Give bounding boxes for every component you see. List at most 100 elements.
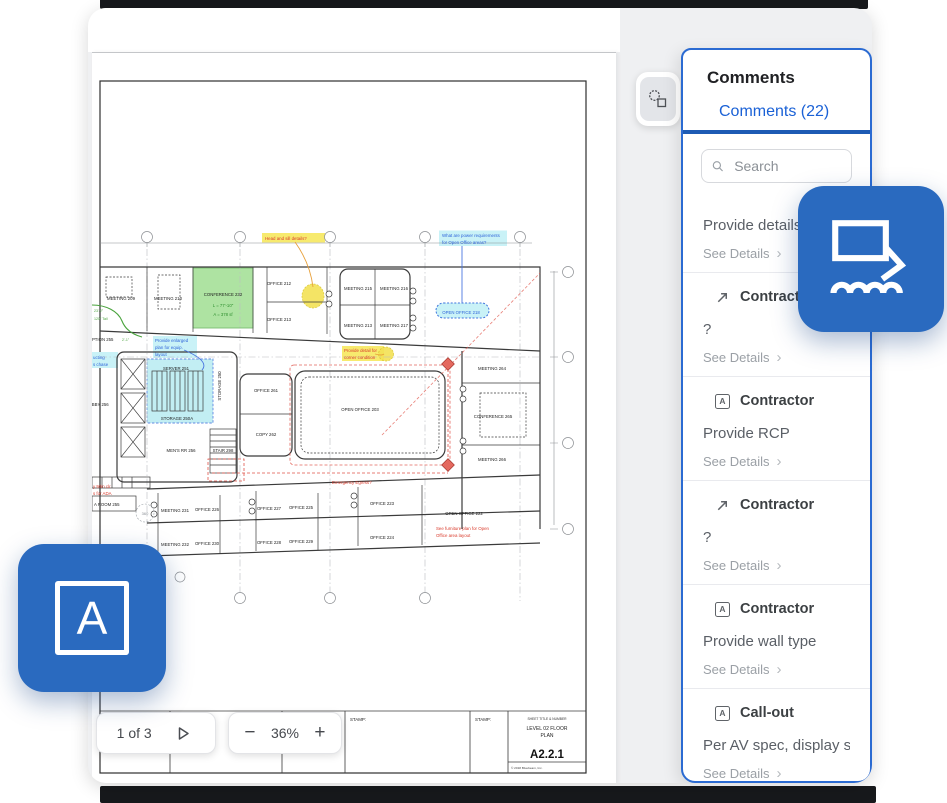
- text-tool-badge: A: [18, 544, 166, 692]
- svg-text:STORAGE 250A: STORAGE 250A: [161, 416, 193, 421]
- textbox-markup-icon: A: [715, 394, 730, 409]
- svg-text:Office area layout: Office area layout: [436, 533, 471, 538]
- svg-text:CONFERENCE 265: CONFERENCE 265: [474, 414, 513, 419]
- tab-comments[interactable]: Comments (22): [719, 103, 829, 120]
- svg-text:OFFICE 261: OFFICE 261: [254, 388, 279, 393]
- svg-text:2'-1": 2'-1": [122, 338, 130, 342]
- svg-text:s chase: s chase: [93, 362, 109, 367]
- see-details-link[interactable]: See Details›: [703, 349, 850, 366]
- svg-text:STAMP:: STAMP:: [350, 717, 366, 722]
- svg-text:© 2018 Bluebeam, Inc.: © 2018 Bluebeam, Inc.: [511, 766, 543, 770]
- chevron-right-icon: ›: [776, 247, 781, 260]
- chevron-right-icon: ›: [776, 455, 781, 468]
- callout-tool-badge: [798, 186, 944, 332]
- comment-item[interactable]: A Contractor Provide wall type See Detai…: [683, 585, 870, 689]
- zoom-in-button[interactable]: +: [308, 721, 332, 745]
- chevron-right-icon: ›: [776, 767, 781, 780]
- next-page-button[interactable]: [171, 721, 195, 745]
- svg-text:corner condition: corner condition: [344, 355, 376, 360]
- floor-plan-page[interactable]: MEETING 209MEETING 210CONFERENCE 232L = …: [92, 52, 616, 783]
- svg-text:OFFICE 229: OFFICE 229: [289, 539, 314, 544]
- svg-text:Emergency Egress?: Emergency Egress?: [332, 480, 372, 485]
- svg-text:OFFICE 212: OFFICE 212: [267, 281, 292, 286]
- svg-text:MEETING 209: MEETING 209: [107, 296, 136, 301]
- svg-text:COPY 262: COPY 262: [256, 432, 277, 437]
- comment-text: ?: [703, 527, 850, 549]
- comments-search[interactable]: [701, 149, 852, 183]
- floor-plan-drawing: MEETING 209MEETING 210CONFERENCE 232L = …: [92, 53, 616, 780]
- svg-text:OFFICE 226: OFFICE 226: [195, 507, 220, 512]
- svg-text:OFFICE 230: OFFICE 230: [195, 541, 220, 546]
- svg-text:SHEET TITLE & NUMBER: SHEET TITLE & NUMBER: [527, 717, 567, 721]
- marketing-screenshot-canvas: { "viewer": { "toolbar": { "page_indicat…: [0, 0, 947, 803]
- textbox-markup-icon: A: [715, 602, 730, 617]
- see-details-link[interactable]: See Details›: [703, 453, 850, 470]
- panel-title: Comments: [707, 68, 870, 88]
- svg-text:OPEN OFFICE 218: OPEN OFFICE 218: [442, 310, 480, 315]
- comment-author: Contractor: [740, 601, 814, 617]
- svg-text:y 90in clr.: y 90in clr.: [93, 484, 112, 489]
- comment-author: Call-out: [740, 705, 794, 721]
- svg-text:layout: layout: [155, 352, 167, 357]
- comment-item[interactable]: Contractor ? See Details›: [683, 481, 870, 585]
- search-icon: [712, 159, 724, 174]
- svg-text:L = 77'-10": L = 77'-10": [213, 303, 234, 308]
- svg-text:OPEN OFFICE 203: OPEN OFFICE 203: [341, 407, 379, 412]
- comment-author: Contractor: [740, 393, 814, 409]
- zoom-level: 36%: [271, 725, 299, 741]
- svg-text:STORAGE 250: STORAGE 250: [217, 371, 222, 401]
- svg-text:A ROOM 255: A ROOM 255: [94, 502, 120, 507]
- svg-text:OPEN OFFICE 222: OPEN OFFICE 222: [445, 511, 483, 516]
- chevron-right-icon: ›: [776, 559, 781, 572]
- svg-text:STAIR 298: STAIR 298: [213, 448, 234, 453]
- floating-tool-card: [636, 72, 680, 126]
- comment-item[interactable]: A Contractor Provide RCP See Details›: [683, 377, 870, 481]
- see-details-link[interactable]: See Details›: [703, 661, 850, 678]
- svg-text:OFFICE 228: OFFICE 228: [257, 540, 282, 545]
- svg-text:360: 360: [142, 511, 149, 516]
- svg-text:s for ADA: s for ADA: [93, 491, 112, 496]
- svg-text:MEETING 264: MEETING 264: [478, 366, 507, 371]
- svg-text:OFFICE 227: OFFICE 227: [257, 506, 282, 511]
- svg-text:See furniture plan for Open: See furniture plan for Open: [436, 526, 490, 531]
- comment-author: Contractor: [740, 497, 814, 513]
- svg-text:ucting: ucting: [93, 355, 105, 360]
- svg-text:OFFICE 224: OFFICE 224: [370, 535, 395, 540]
- see-details-link[interactable]: See Details›: [703, 765, 850, 782]
- comment-item[interactable]: A Call-out Per AV spec, display size i S…: [683, 689, 870, 783]
- chevron-right-icon: ›: [776, 663, 781, 676]
- svg-text:A = 378 sf: A = 378 sf: [213, 312, 233, 317]
- sheet-border: [100, 81, 586, 773]
- see-details-link[interactable]: See Details›: [703, 557, 850, 574]
- comment-text: Provide RCP: [703, 423, 850, 445]
- zoom-toolbar: − 36% +: [228, 712, 342, 754]
- svg-text:plan for equip.: plan for equip.: [155, 345, 183, 350]
- page-navigation-toolbar: 1 of 3: [96, 712, 216, 754]
- chevron-right-icon: ›: [776, 351, 781, 364]
- svg-text:LOBBY 256: LOBBY 256: [92, 402, 109, 407]
- svg-text:MEETING 213: MEETING 213: [344, 323, 373, 328]
- svg-text:MEETING 217: MEETING 217: [380, 323, 409, 328]
- page-indicator: 1 of 3: [117, 725, 152, 741]
- search-input[interactable]: [732, 157, 841, 175]
- svg-text:MEETING 216: MEETING 216: [380, 286, 409, 291]
- text-tool-icon: A: [55, 581, 129, 655]
- svg-text:Head and sill details?: Head and sill details?: [265, 236, 307, 241]
- svg-text:What are power requirements: What are power requirements: [442, 233, 501, 238]
- svg-text:MEETING 231: MEETING 231: [161, 508, 190, 513]
- svg-text:OFFICE 213: OFFICE 213: [267, 317, 292, 322]
- textbox-markup-icon: A: [715, 706, 730, 721]
- zoom-out-button[interactable]: −: [238, 721, 262, 745]
- svg-text:MEETING 215: MEETING 215: [344, 286, 373, 291]
- svg-text:MEETING 232: MEETING 232: [161, 542, 190, 547]
- svg-text:MEETING 266: MEETING 266: [478, 457, 507, 462]
- svg-text:OFFICE 225: OFFICE 225: [289, 505, 314, 510]
- comment-text: Provide wall type: [703, 631, 850, 653]
- callout-cloud-icon: [823, 211, 919, 307]
- svg-text:PLAN: PLAN: [540, 733, 553, 739]
- backdrop-band-bottom: [100, 786, 876, 803]
- arrow-markup-icon: [715, 290, 730, 305]
- shapes-tool-button[interactable]: [640, 77, 676, 121]
- shapes-icon: [648, 89, 668, 109]
- comment-text: Per AV spec, display size i: [703, 735, 850, 757]
